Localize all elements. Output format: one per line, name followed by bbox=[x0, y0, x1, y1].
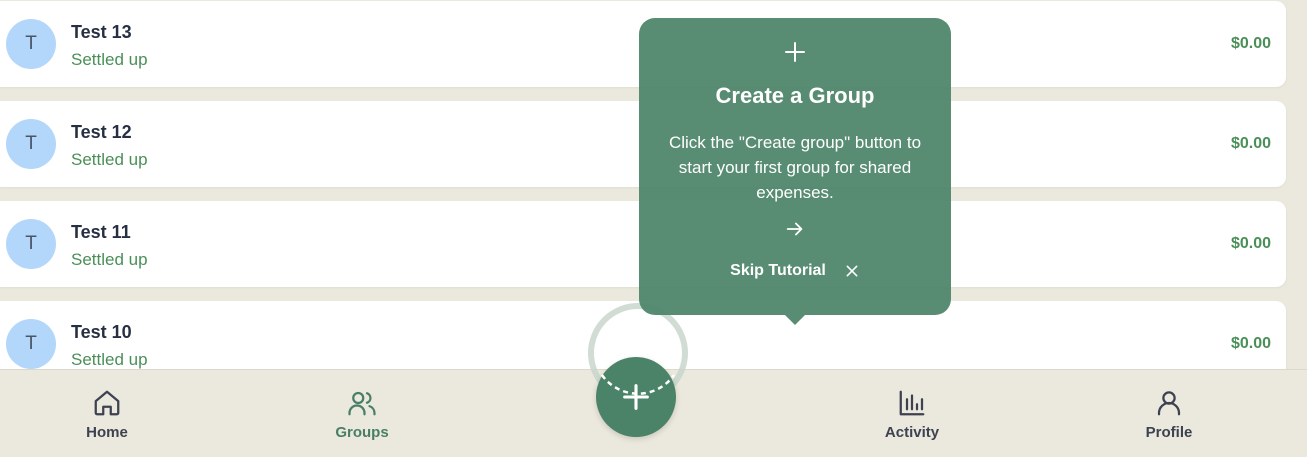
plus-icon bbox=[785, 42, 805, 62]
avatar: T bbox=[6, 319, 56, 369]
group-balance: $0.00 bbox=[1230, 35, 1271, 52]
arrow-right-icon[interactable] bbox=[784, 218, 806, 240]
avatar: T bbox=[6, 219, 56, 269]
nav-profile[interactable]: Profile bbox=[1114, 388, 1224, 441]
user-icon bbox=[1157, 391, 1181, 416]
group-balance: $0.00 bbox=[1230, 335, 1271, 352]
home-icon bbox=[94, 390, 120, 416]
plus-icon bbox=[623, 384, 649, 410]
tutorial-tooltip: Create a Group Click the "Create group" … bbox=[639, 18, 951, 325]
nav-home-label: Home bbox=[86, 424, 128, 441]
group-status: Settled up bbox=[71, 350, 148, 369]
group-name: Test 10 bbox=[71, 322, 132, 342]
avatar: T bbox=[6, 119, 56, 169]
skip-tutorial-button[interactable]: Skip Tutorial bbox=[639, 262, 951, 280]
bar-chart-icon bbox=[899, 390, 925, 416]
nav-home[interactable]: Home bbox=[52, 388, 162, 441]
users-icon bbox=[348, 391, 376, 416]
group-status: Settled up bbox=[71, 250, 148, 269]
group-name: Test 13 bbox=[71, 22, 132, 42]
group-balance: $0.00 bbox=[1230, 135, 1271, 152]
create-group-button[interactable] bbox=[596, 357, 676, 437]
tooltip-title: Create a Group bbox=[715, 83, 875, 108]
group-name: Test 11 bbox=[71, 222, 131, 242]
nav-activity-label: Activity bbox=[884, 424, 940, 441]
avatar: T bbox=[6, 19, 56, 69]
group-balance: $0.00 bbox=[1230, 235, 1271, 252]
group-status: Settled up bbox=[71, 150, 148, 169]
group-name: Test 12 bbox=[71, 122, 132, 142]
nav-groups-label: Groups bbox=[335, 424, 389, 441]
nav-profile-label: Profile bbox=[1145, 424, 1193, 441]
group-status: Settled up bbox=[71, 50, 148, 69]
nav-groups[interactable]: Groups bbox=[307, 388, 417, 441]
skip-tutorial-label: Skip Tutorial bbox=[730, 262, 826, 279]
close-icon bbox=[846, 265, 858, 277]
tooltip-body: Click the "Create group" button to start… bbox=[668, 133, 922, 202]
nav-activity[interactable]: Activity bbox=[857, 388, 967, 441]
